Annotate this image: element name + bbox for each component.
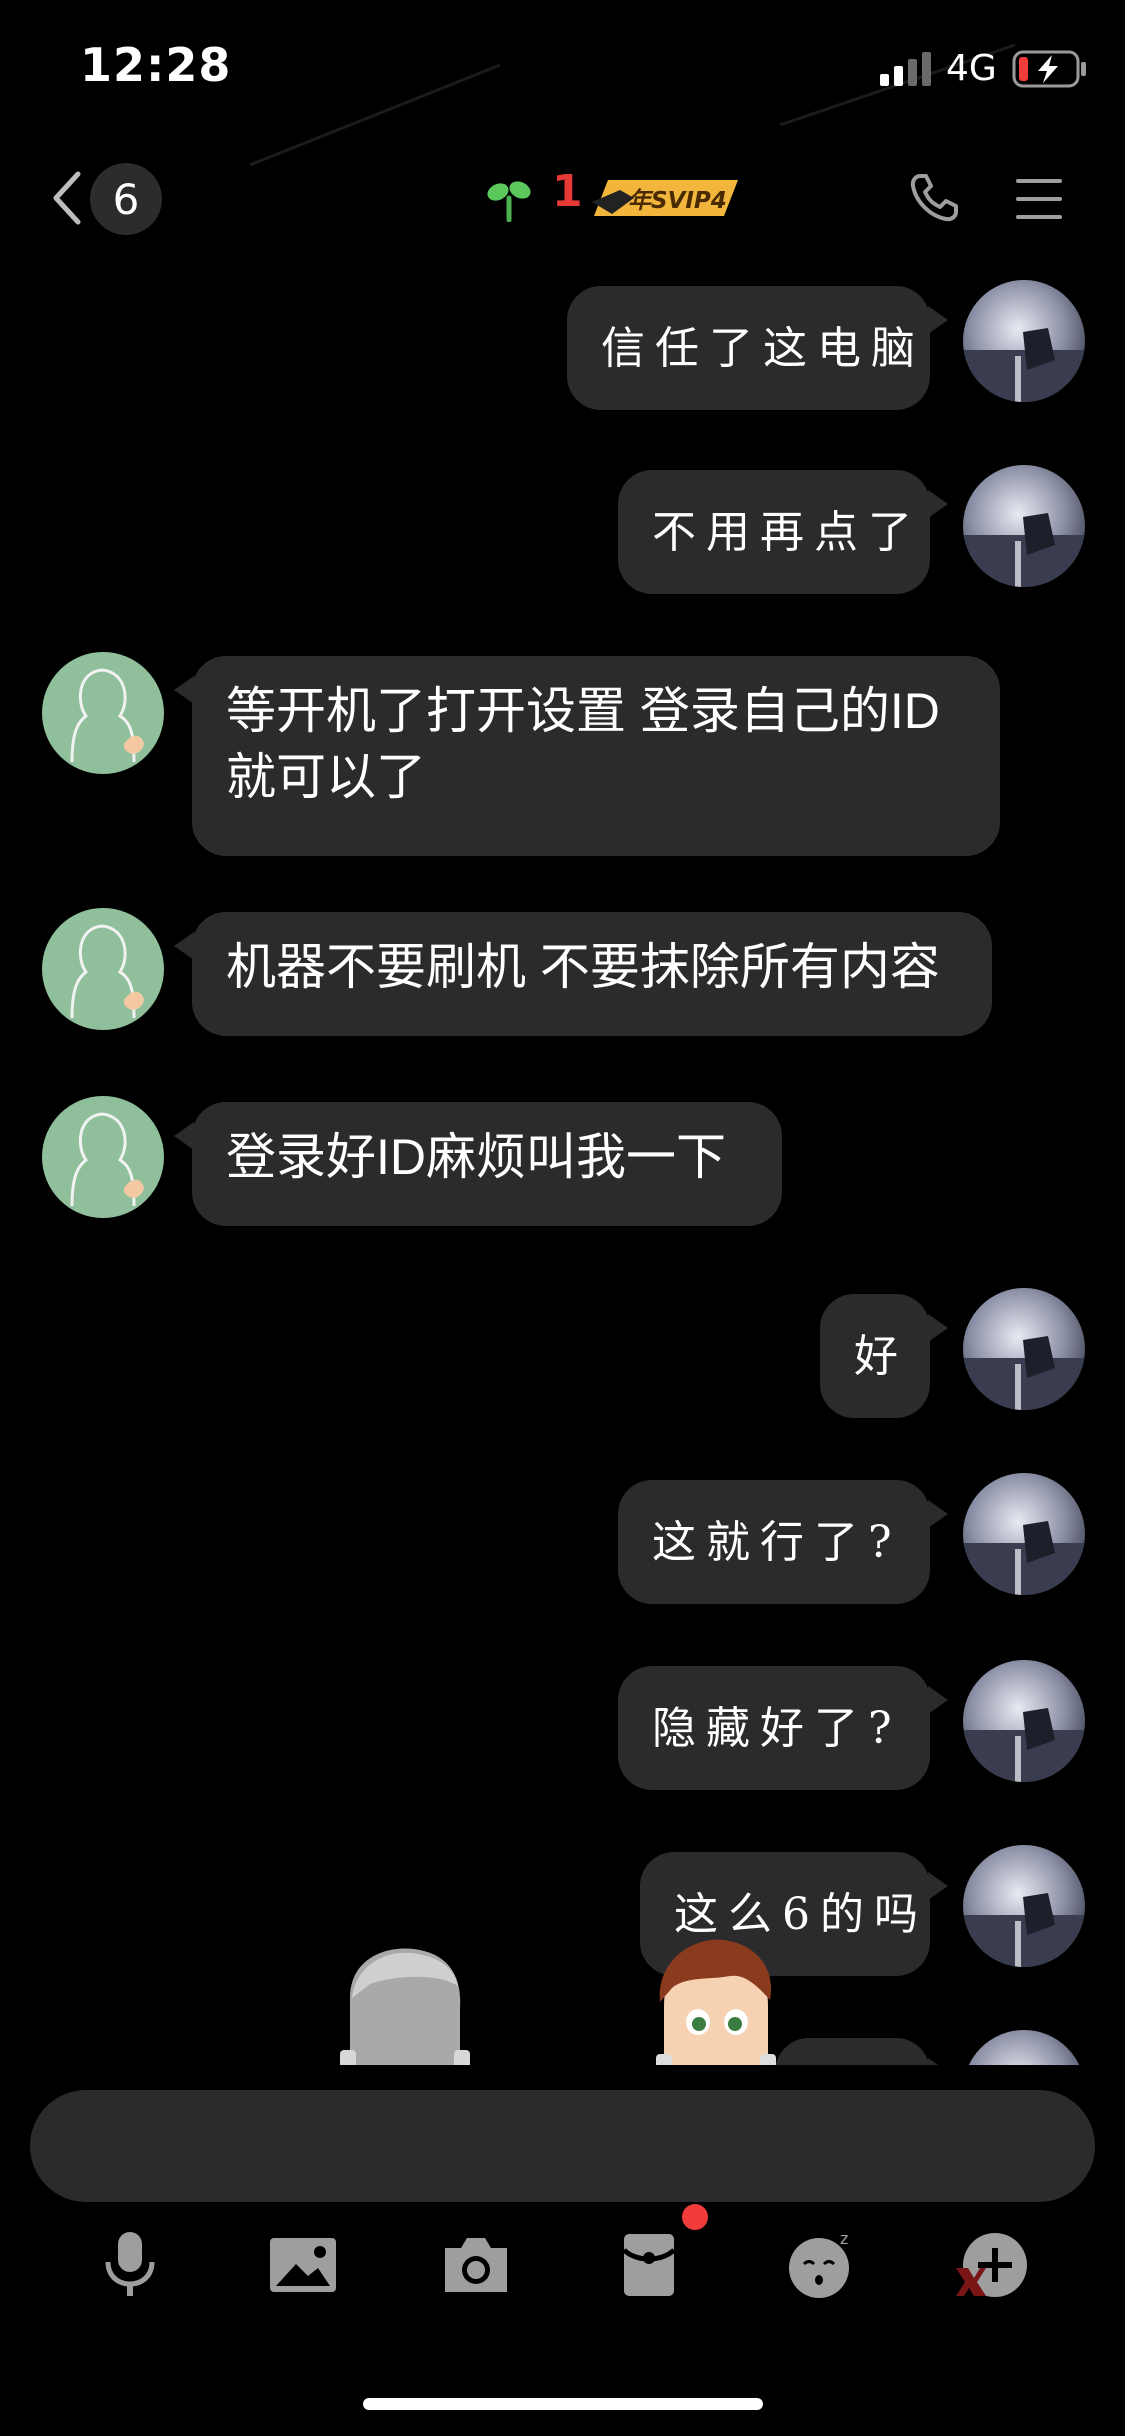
home-indicator[interactable] [363,2398,763,2410]
message-text: 这么6的吗 [674,1889,928,1940]
boy-character-sticker [656,1939,776,2065]
header-count: 1 [552,166,583,217]
message-text: 信任了这电脑 [601,323,925,374]
message-bubble-partial[interactable] [775,2038,948,2065]
message-bubble[interactable]: 等开机了打开设置 登录自己的ID就可以了 [174,656,1000,856]
self-avatar[interactable] [963,1845,1085,1967]
self-avatar[interactable] [963,1473,1085,1595]
self-avatar[interactable] [963,1660,1085,1782]
battery-icon [1012,50,1086,88]
message-text: 隐藏好了? [652,1703,902,1754]
message-text: 这就行了? [652,1517,902,1568]
image-icon[interactable] [268,2230,338,2300]
notification-dot [682,2204,708,2230]
phone-call-icon[interactable] [908,172,960,224]
microphone-icon[interactable] [95,2230,165,2300]
back-chevron-icon[interactable] [48,168,88,228]
self-avatar[interactable] [963,465,1085,587]
svg-text:z: z [840,2230,848,2248]
contact-avatar[interactable] [42,1096,164,1218]
svip-badge-label: 年SVIP4 [628,188,727,214]
watermark-logo-icon [956,2268,986,2296]
status-time: 12:28 [80,38,232,92]
sprout-icon [487,181,531,222]
message-text: 等开机了打开设置 登录自己的ID就可以了 [226,683,940,805]
menu-icon[interactable] [1014,176,1064,222]
signal-icon [880,52,931,86]
message-bubble[interactable]: 隐藏好了? [618,1666,948,1790]
message-text: 登录好ID麻烦叫我一下 [226,1129,726,1185]
camera-icon[interactable] [441,2230,511,2300]
red-packet-icon[interactable] [614,2230,684,2300]
self-avatar[interactable] [963,280,1085,402]
message-list[interactable]: 信任了这电脑 不用再点了 等开机了打开设置 登录自己的ID就可以了 机器不要刷机… [0,260,1125,2065]
message-input[interactable] [30,2090,1095,2202]
unread-count-badge[interactable]: 6 [90,163,162,235]
network-label: 4G [946,48,997,89]
message-bubble[interactable]: 不用再点了 [618,470,948,594]
message-bubble[interactable]: 信任了这电脑 [567,286,948,410]
message-bubble[interactable]: 好 [820,1294,948,1418]
grey-character-sticker [340,1948,470,2065]
contact-avatar[interactable] [42,652,164,774]
message-text: 好 [854,1331,908,1382]
self-avatar[interactable] [963,2030,1085,2065]
message-text: 机器不要刷机 不要抹除所有内容 [226,939,940,995]
self-avatar[interactable] [963,1288,1085,1410]
message-bubble[interactable]: 登录好ID麻烦叫我一下 [174,1102,782,1226]
emoji-icon[interactable]: z [786,2230,856,2300]
contact-avatar[interactable] [42,908,164,1030]
message-bubble[interactable]: 机器不要刷机 不要抹除所有内容 [174,912,992,1036]
message-bubble[interactable]: 这就行了? [618,1480,948,1604]
message-text: 不用再点了 [652,507,922,558]
